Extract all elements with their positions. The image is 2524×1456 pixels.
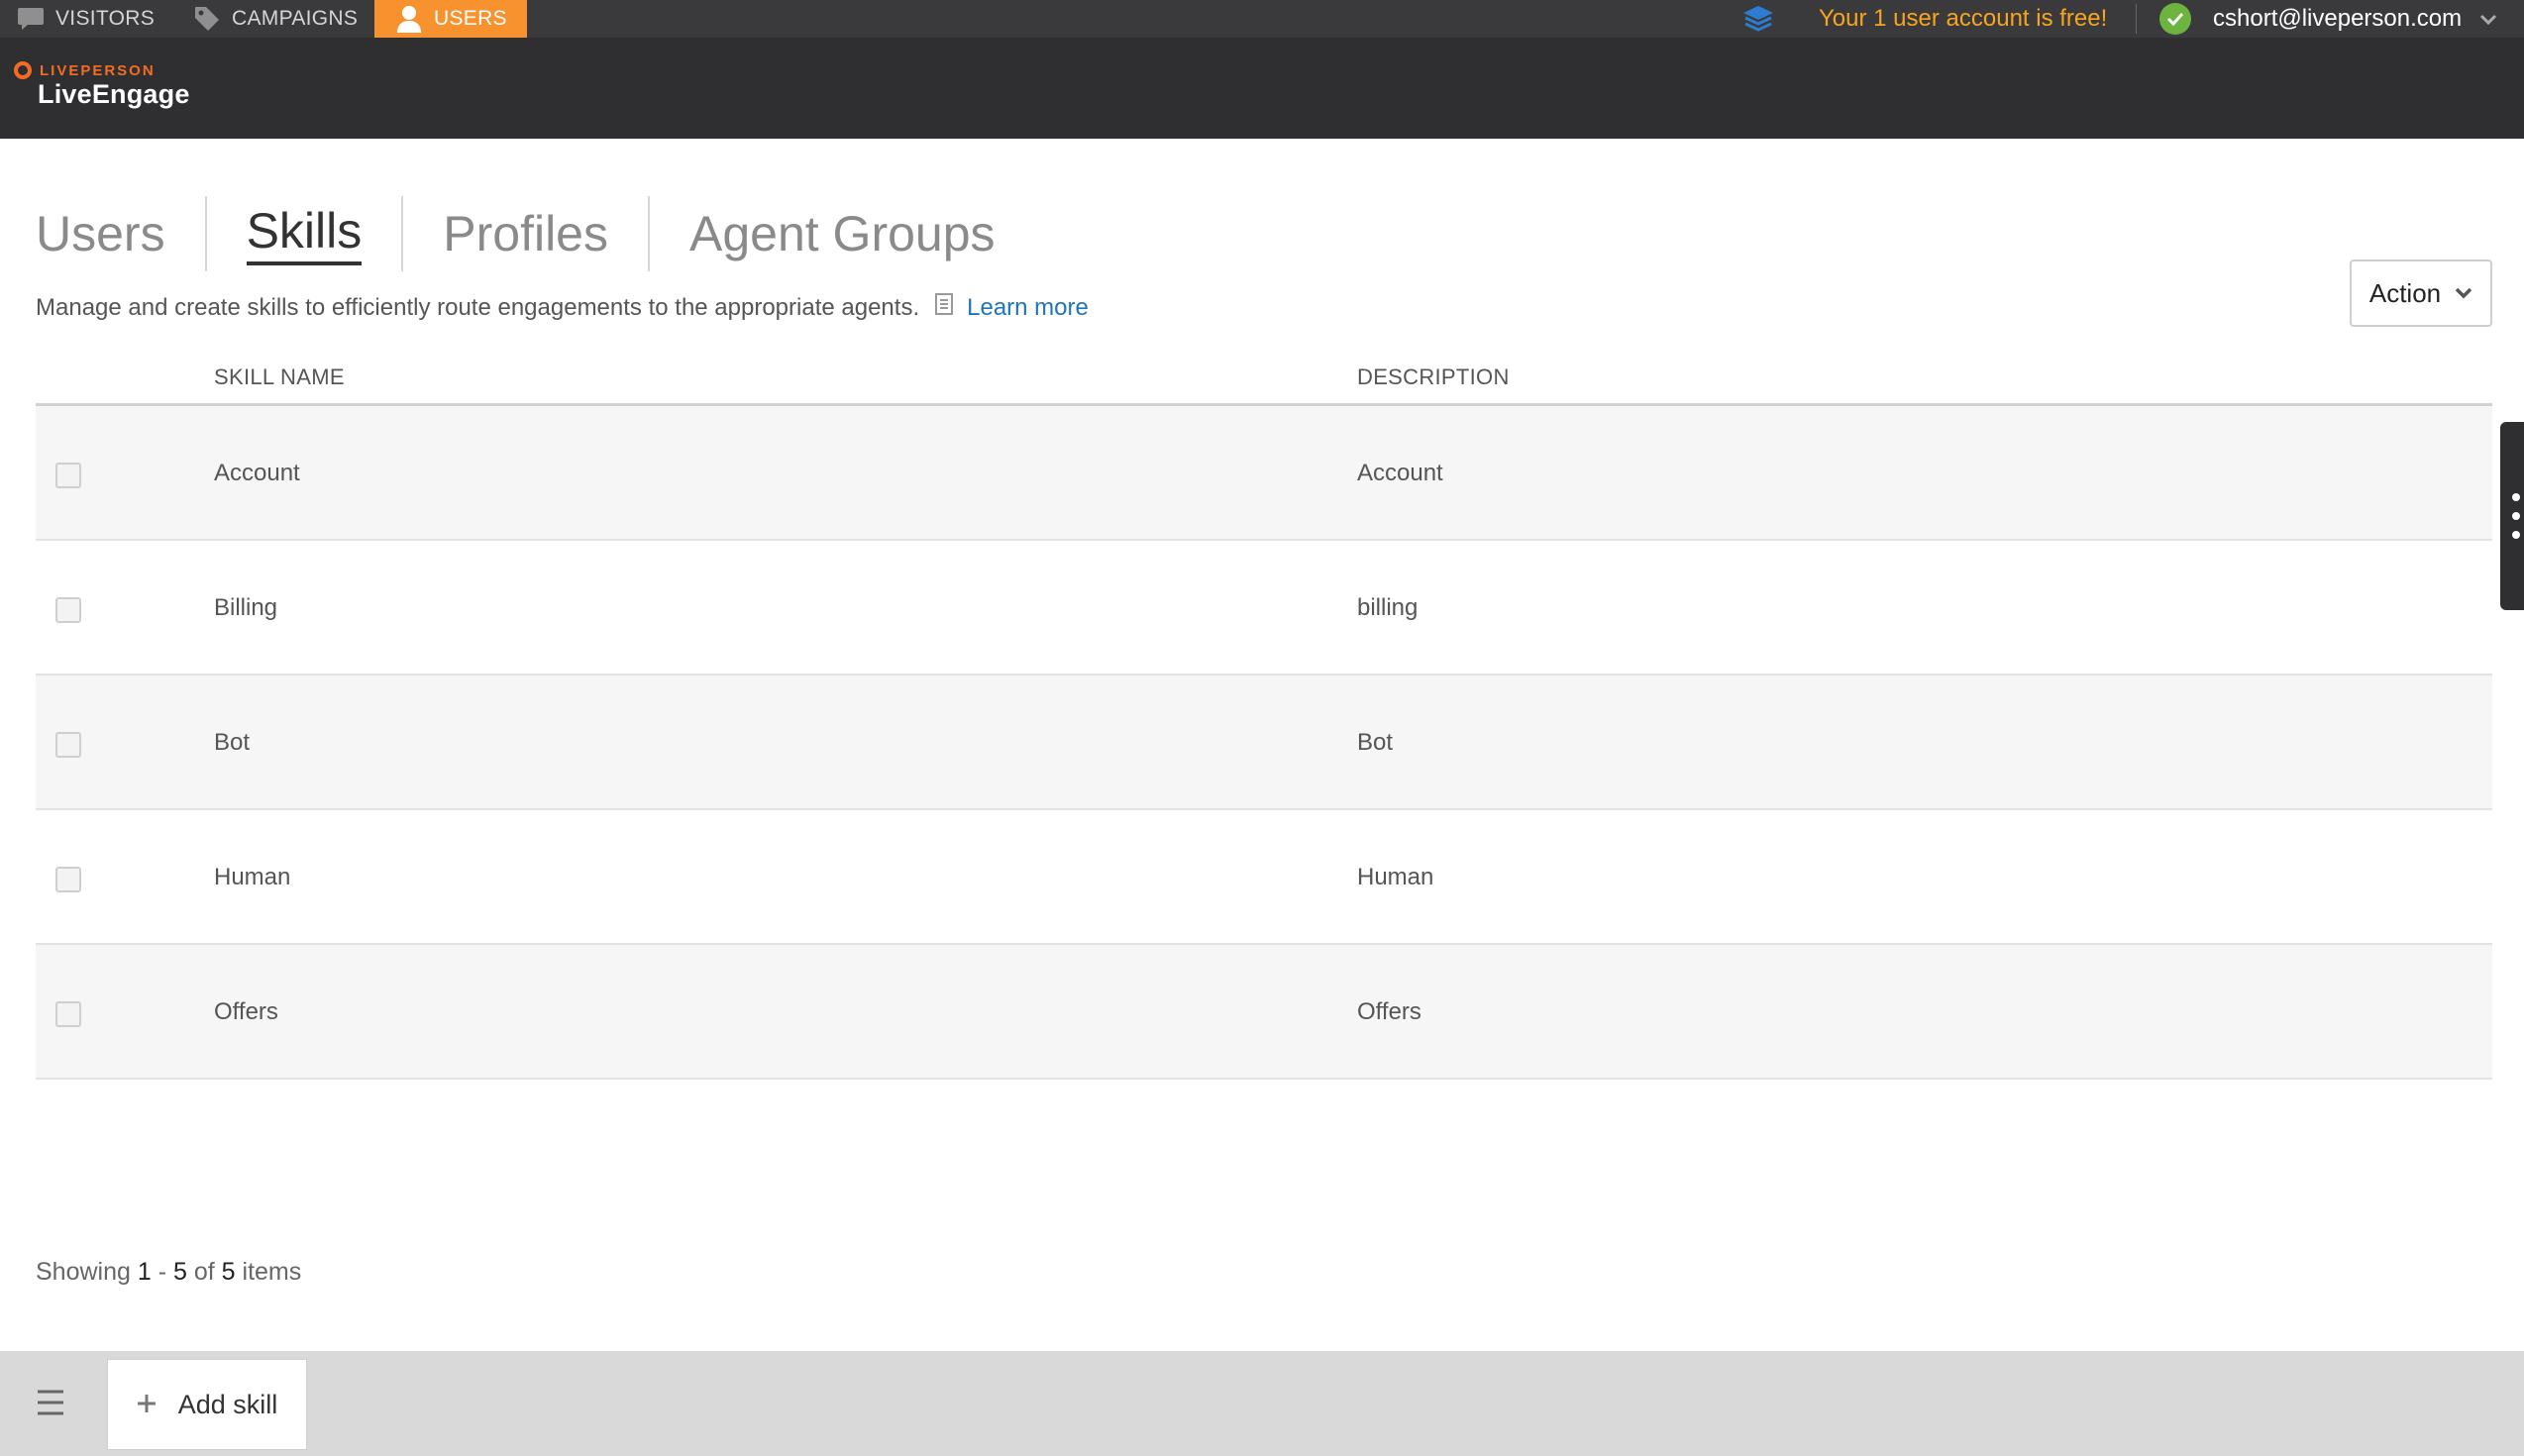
side-panel-handle[interactable] (2500, 422, 2524, 610)
top-nav-bar: VISITORS CAMPAIGNS USERS Your 1 user acc… (0, 0, 2524, 38)
tab-skills[interactable]: Skills (204, 196, 402, 271)
logo-brand-top: LIVEPERSON (14, 61, 190, 79)
tag-icon (192, 4, 222, 34)
pagination-suffix: items (242, 1258, 302, 1286)
tab-label: Users (36, 206, 165, 261)
table-row[interactable]: Account Account (36, 406, 2492, 541)
table-row[interactable]: Billing billing (36, 541, 2492, 676)
row-checkbox[interactable] (55, 1001, 81, 1027)
user-menu[interactable]: cshort@liveperson.com (2159, 0, 2497, 38)
document-icon (935, 293, 954, 322)
nav-tab-label: USERS (434, 7, 507, 30)
layers-icon[interactable] (1741, 4, 1775, 39)
tab-users[interactable]: Users (36, 196, 205, 271)
row-checkbox[interactable] (55, 867, 81, 892)
tab-agent-groups[interactable]: Agent Groups (648, 196, 1035, 271)
pagination-summary: Showing 1 - 5 of 5 items (36, 1258, 301, 1287)
brand-header: LIVEPERSON LiveEngage (0, 38, 2524, 139)
table-row[interactable]: Bot Bot (36, 676, 2492, 810)
pagination-of: of (193, 1258, 215, 1286)
bottom-toolbar: Add skill (0, 1351, 2524, 1456)
row-checkbox[interactable] (55, 732, 81, 758)
user-icon (394, 4, 424, 34)
skill-name-cell: Billing (214, 594, 278, 621)
handle-dot (2512, 493, 2520, 501)
description-text: Manage and create skills to efficiently … (36, 293, 920, 321)
tab-profiles[interactable]: Profiles (401, 196, 648, 271)
handle-dot (2512, 512, 2520, 520)
nav-tab-label: CAMPAIGNS (232, 7, 359, 30)
table-row[interactable]: Offers Offers (36, 945, 2492, 1080)
learn-more-link[interactable]: Learn more (967, 294, 1089, 322)
nav-tab-users[interactable]: USERS (374, 0, 527, 38)
online-status-icon (2159, 3, 2191, 35)
chevron-down-icon (2455, 287, 2472, 299)
skills-table: SKILL NAME DESCRIPTION Account Account B… (36, 355, 2492, 1080)
chevron-down-icon (2479, 5, 2497, 33)
user-email: cshort@liveperson.com (2213, 5, 2463, 32)
skill-description-cell: billing (1357, 594, 1419, 621)
free-account-promo[interactable]: Your 1 user account is free! (1819, 0, 2107, 38)
hamburger-menu-icon[interactable] (36, 1389, 65, 1421)
pagination-prefix: Showing (36, 1258, 131, 1286)
logo-brand-top-text: LIVEPERSON (40, 61, 156, 79)
action-dropdown-button[interactable]: Action (2350, 260, 2492, 327)
chat-bubble-icon (16, 4, 46, 34)
skill-description-cell: Offers (1357, 998, 1421, 1025)
pagination-from: 1 (137, 1258, 152, 1286)
nav-tab-label: VISITORS (55, 7, 156, 30)
tab-label: Profiles (443, 206, 608, 261)
tab-label: Agent Groups (689, 206, 996, 261)
skill-description-cell: Human (1357, 864, 1434, 890)
column-header-skill-name[interactable]: SKILL NAME (214, 364, 345, 390)
action-label: Action (2368, 277, 2442, 308)
pagination-total: 5 (221, 1258, 236, 1286)
handle-dot (2512, 531, 2520, 539)
logo-ring-icon (14, 61, 32, 79)
add-skill-label: Add skill (177, 1389, 278, 1419)
pagination-to: 5 (173, 1258, 187, 1286)
section-tabs: Users Skills Profiles Agent Groups (36, 194, 1035, 273)
add-skill-button[interactable]: Add skill (107, 1359, 307, 1450)
tab-label: Skills (246, 202, 363, 265)
table-header: SKILL NAME DESCRIPTION (36, 355, 2492, 406)
table-row[interactable]: Human Human (36, 810, 2492, 945)
nav-tab-visitors[interactable]: VISITORS (16, 0, 155, 38)
nav-tab-campaigns[interactable]: CAMPAIGNS (192, 0, 358, 38)
skill-name-cell: Offers (214, 998, 278, 1025)
skill-name-cell: Bot (214, 729, 251, 756)
page-description: Manage and create skills to efficiently … (36, 293, 1089, 322)
skill-name-cell: Human (214, 864, 291, 890)
skill-description-cell: Account (1357, 460, 1443, 486)
logo-brand-main: LiveEngage (38, 79, 190, 109)
skill-description-cell: Bot (1357, 729, 1394, 756)
row-checkbox[interactable] (55, 463, 81, 488)
column-header-description[interactable]: DESCRIPTION (1357, 364, 1510, 390)
pagination-dash: - (158, 1258, 167, 1286)
skill-name-cell: Account (214, 460, 300, 486)
liveengage-logo[interactable]: LIVEPERSON LiveEngage (14, 61, 190, 110)
row-checkbox[interactable] (55, 597, 81, 623)
plus-icon (137, 1390, 157, 1420)
divider (2136, 4, 2137, 34)
